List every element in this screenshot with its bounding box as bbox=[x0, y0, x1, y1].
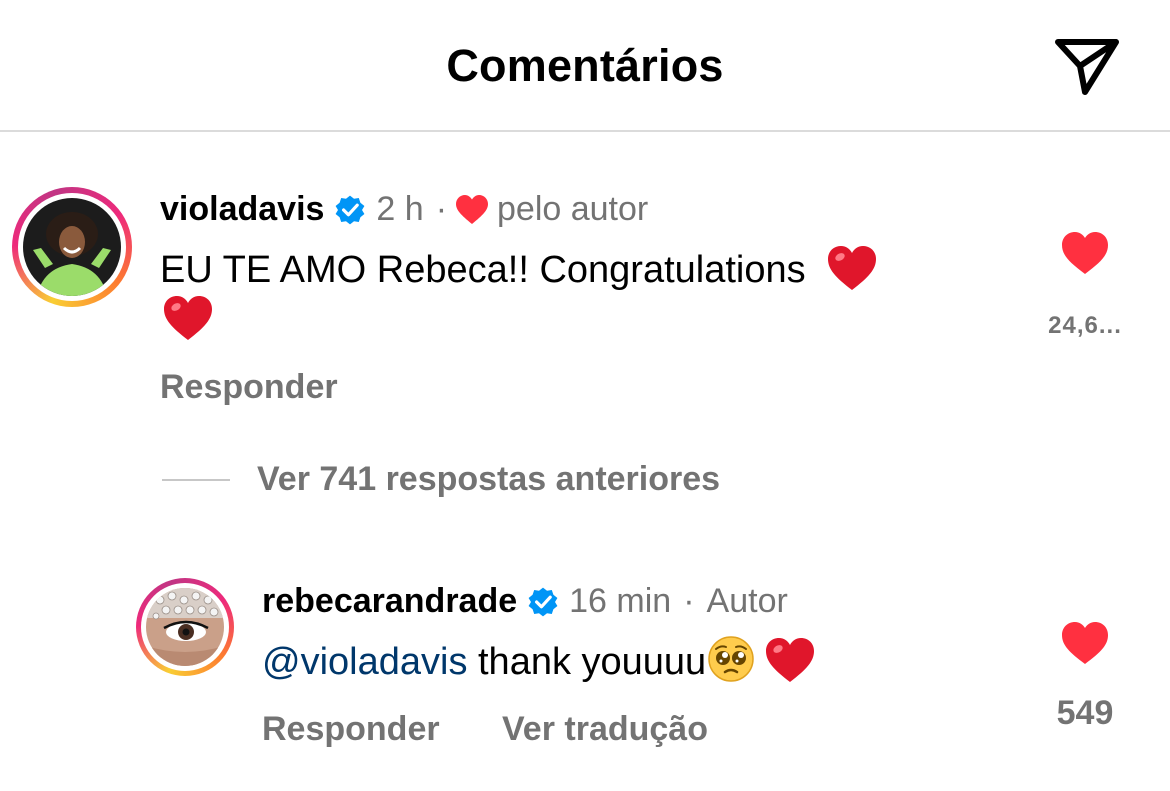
pleading-face-emoji bbox=[708, 636, 754, 682]
paper-plane-icon[interactable] bbox=[1050, 34, 1122, 98]
verified-badge-icon bbox=[528, 587, 558, 616]
like-count: 549 bbox=[1056, 694, 1114, 732]
reply-button[interactable]: Responder bbox=[262, 710, 440, 749]
separator: · bbox=[435, 190, 448, 228]
comment-meta: violadavis 2 h · pelo autor bbox=[160, 190, 648, 229]
red-heart-emoji bbox=[828, 246, 877, 290]
comment-text: @violadavis thank youuuu bbox=[262, 634, 942, 687]
username[interactable]: rebecarandrade bbox=[262, 582, 517, 621]
reply-button[interactable]: Responder bbox=[160, 368, 338, 407]
comment-time: 2 h bbox=[376, 190, 424, 228]
view-replies-button[interactable]: Ver 741 respostas anteriores bbox=[257, 460, 720, 499]
like-heart-icon[interactable] bbox=[1060, 230, 1110, 276]
red-heart-emoji bbox=[164, 296, 212, 340]
liked-by-author-label: pelo autor bbox=[497, 190, 649, 228]
heart-icon bbox=[456, 194, 489, 224]
separator: · bbox=[683, 582, 695, 620]
avatar[interactable] bbox=[12, 187, 132, 307]
username[interactable]: violadavis bbox=[160, 190, 324, 229]
header: Comentários bbox=[0, 0, 1170, 132]
like-count: 24,6... bbox=[1048, 312, 1122, 339]
avatar-photo bbox=[146, 588, 224, 666]
page-title: Comentários bbox=[446, 40, 724, 91]
comment-body: thank youuuu bbox=[478, 641, 707, 683]
mention-link[interactable]: @violadavis bbox=[262, 641, 467, 683]
comment-meta: rebecarandrade 16 min · Autor bbox=[262, 582, 788, 621]
comment-time: 16 min bbox=[569, 582, 672, 620]
comment-body: EU TE AMO Rebeca!! Congratulations bbox=[160, 249, 806, 291]
red-heart-emoji bbox=[766, 638, 815, 682]
comment-text: EU TE AMO Rebeca!! Congratulations bbox=[160, 244, 980, 295]
verified-badge-icon bbox=[336, 195, 365, 224]
translate-button[interactable]: Ver tradução bbox=[502, 710, 708, 749]
avatar[interactable] bbox=[136, 578, 234, 676]
author-label: Autor bbox=[706, 582, 788, 620]
replies-divider bbox=[162, 479, 230, 481]
avatar-photo bbox=[23, 198, 121, 296]
like-heart-icon[interactable] bbox=[1060, 620, 1110, 666]
